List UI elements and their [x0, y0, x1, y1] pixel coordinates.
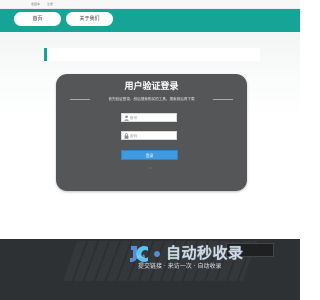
lock-icon — [124, 133, 129, 139]
login-card: 用户验证登录 首先验证登录，然后搜索购买的工具。搜索到后再下载 登录 — [56, 74, 247, 191]
top-utility-bar: 收藏本 注册 — [0, 0, 300, 9]
watermark-tagline: 提交链接 · 来访一次 · 自动收录 — [138, 263, 222, 270]
content-panel-accent — [44, 48, 47, 61]
loading-dots-icon — [148, 167, 152, 169]
subtitle-divider-left — [70, 99, 90, 100]
nav-about-button[interactable]: 关于我们 — [66, 12, 113, 26]
user-icon — [124, 115, 129, 121]
username-input[interactable] — [130, 114, 176, 121]
watermark-name: 自动秒收录 — [166, 244, 244, 262]
content-panel — [44, 48, 260, 61]
subtitle-divider-right — [213, 99, 233, 100]
login-button[interactable]: 登录 — [121, 150, 178, 160]
login-subtitle-text: 首先验证登录，然后搜索购买的工具。搜索到后再下载 — [108, 97, 195, 101]
bookmark-link[interactable]: 收藏本 — [31, 2, 40, 6]
register-link[interactable]: 注册 — [47, 2, 53, 6]
watermark-small-text: Jsub — [137, 254, 146, 259]
username-field[interactable] — [121, 113, 177, 122]
login-subtitle: 首先验证登录，然后搜索购买的工具。搜索到后再下载 — [70, 96, 233, 102]
nav-home-button[interactable]: 首页 — [14, 12, 61, 26]
login-title: 用户验证登录 — [124, 82, 179, 92]
password-input[interactable] — [130, 132, 176, 139]
password-field[interactable] — [121, 131, 177, 140]
watermark-logo-icon — [130, 246, 160, 262]
